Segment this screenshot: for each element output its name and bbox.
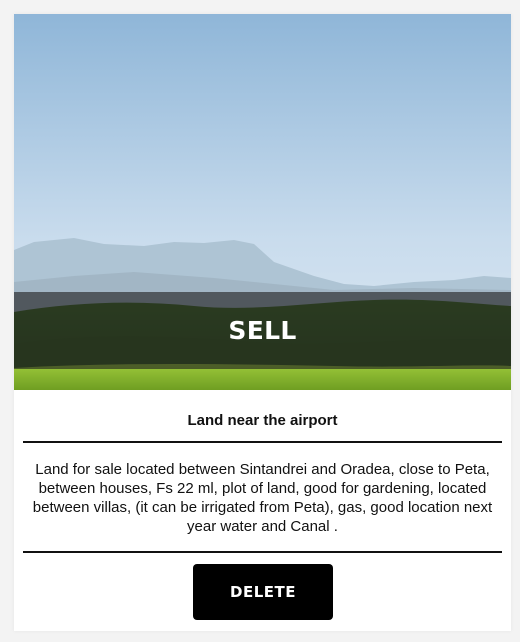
listing-title: Land near the airport — [187, 412, 338, 429]
delete-button[interactable]: DELETE — [193, 564, 333, 620]
divider-top — [23, 441, 502, 443]
listing-type-label: SELL — [228, 316, 297, 345]
listing-image: SELL — [14, 14, 511, 390]
divider-bottom — [23, 551, 502, 553]
listing-type-band: SELL — [14, 292, 511, 369]
listing-description: Land for sale located between Sintandrei… — [32, 461, 493, 535]
listing-card: SELL Land near the airport Land for sale… — [14, 14, 511, 631]
